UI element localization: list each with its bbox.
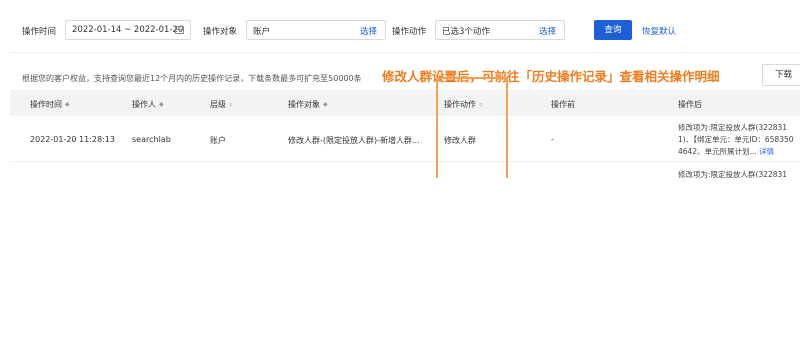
annotation-callout: 修改人群设置后，可前往「历史操作记录」查看相关操作明细 <box>382 69 720 84</box>
column-header-object[interactable]: 操作对象 ◆ <box>288 99 328 110</box>
calendar-icon <box>175 26 184 34</box>
table-header: 操作时间 ◆ 操作人 ◆ 层级 ▿ 操作对象 ◆ 操作动作 ▿ 操作前 操作后 <box>10 90 800 116</box>
highlight-box <box>436 77 508 178</box>
cell-after: 修改项为:限定投放人群(322831 1)、【绑定单元：单元ID：658350 46… <box>678 123 794 156</box>
object-pick-link[interactable]: 选择 <box>360 25 377 37</box>
filter-bar: 操作时间 2022-01-14 ~ 2022-01-20 操作对象 账户 选择 … <box>10 8 800 52</box>
action-select-value: 已选3个动作 <box>442 27 490 37</box>
cell-level: 账户 <box>210 136 226 145</box>
reset-default-button[interactable]: 恢复默认 <box>642 25 676 37</box>
object-filter-label: 操作对象 <box>203 27 238 37</box>
sort-icon[interactable]: ◆ <box>159 101 164 108</box>
filter-divider <box>10 52 800 53</box>
sort-icon[interactable]: ◆ <box>323 101 328 108</box>
action-filter-label: 操作动作 <box>392 27 427 37</box>
column-header-level[interactable]: 层级 ▿ <box>210 99 233 110</box>
table-row: 修改项为:限定投放人群(322831 <box>10 163 800 178</box>
filter-icon[interactable]: ▿ <box>229 101 233 109</box>
object-select-value: 账户 <box>253 27 271 37</box>
action-select[interactable]: 已选3个动作 选择 <box>435 20 565 40</box>
column-header-before: 操作前 <box>551 100 575 109</box>
download-button[interactable]: 下载 <box>762 64 800 86</box>
sort-icon[interactable]: ◆ <box>65 101 70 108</box>
object-select[interactable]: 账户 选择 <box>246 20 386 40</box>
date-range-picker[interactable]: 2022-01-14 ~ 2022-01-20 <box>65 20 191 40</box>
quota-notice: 根据您的客户权益，支持查询您最近12个月内的历史操作记录，下载条数最多可扩充至5… <box>22 74 362 83</box>
detail-link[interactable]: 详情 <box>759 147 774 156</box>
column-header-time[interactable]: 操作时间 ◆ <box>30 99 70 110</box>
cell-time: 2022-01-20 11:28:13 <box>30 135 115 144</box>
action-pick-link[interactable]: 选择 <box>539 25 556 37</box>
cell-object: 修改人群-(限定投放人群)-新增人群... <box>288 136 420 145</box>
time-filter-label: 操作时间 <box>22 27 57 37</box>
cell-operator: searchlab <box>132 135 171 144</box>
cell-before: - <box>551 135 554 144</box>
history-records-panel: 操作时间 2022-01-14 ~ 2022-01-20 操作对象 账户 选择 … <box>10 8 800 178</box>
column-header-after: 操作后 <box>678 100 702 109</box>
column-header-operator[interactable]: 操作人 ◆ <box>132 99 164 110</box>
table-row: 2022-01-20 11:28:13 searchlab 账户 修改人群-(限… <box>10 116 800 162</box>
date-range-value: 2022-01-14 ~ 2022-01-20 <box>72 25 184 35</box>
cell-after: 修改项为:限定投放人群(322831 <box>678 170 788 178</box>
query-button[interactable]: 查询 <box>594 20 632 40</box>
